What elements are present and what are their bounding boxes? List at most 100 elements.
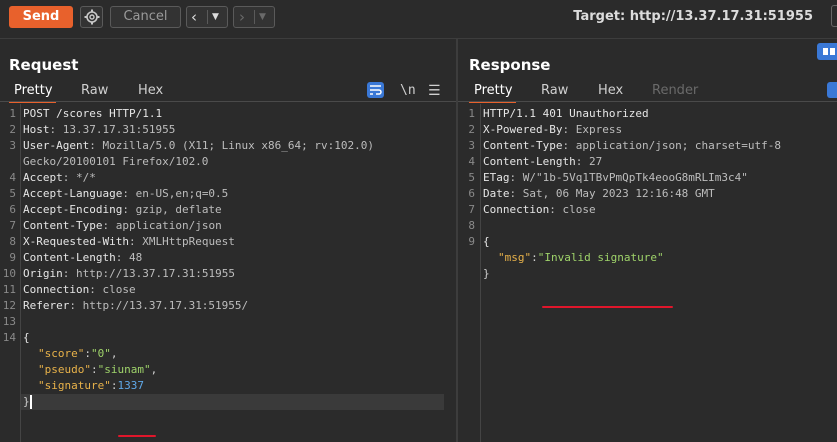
json-value: "siunam" [97,363,151,376]
header-name: Date [483,187,510,200]
header-name: Connection [483,203,550,216]
response-tabs: Pretty Raw Hex Render [458,82,837,103]
dropdown-triangle-icon: ▼ [212,12,219,22]
code-line: Content-Length: 27 [483,154,602,170]
tab-hex[interactable]: Hex [598,83,623,98]
json-value: "0" [90,347,111,360]
code-line: Referer: http://13.37.17.31:51955/ [23,298,248,314]
annotation-underline [118,435,156,437]
newline-toggle-icon[interactable]: \n [400,83,416,98]
json-colon: : [531,251,538,264]
gutter-divider [20,104,21,442]
tab-divider [458,101,837,102]
line-number: 11 [2,283,16,296]
code-line: Connection: close [483,202,596,218]
header-value: : */* [62,171,96,184]
header-name: Connection [23,283,90,296]
code-line: Gecko/20100101 Firefox/102.0 [23,154,208,170]
code-line: User-Agent: Mozilla/5.0 (X11; Linux x86_… [23,138,374,154]
tab-hex[interactable]: Hex [138,83,163,98]
request-editor[interactable]: 1 POST /scores HTTP/1.1 2 Host: 13.37.17.31… [0,104,456,442]
code-line: HTTP/1.1 401 Unauthorized [483,106,649,122]
header-name: X-Powered-By [483,123,563,136]
wrap-lines-icon[interactable] [367,82,384,98]
response-pane: Response Pretty Raw Hex Render 1 HTTP/1.1… [458,39,837,442]
header-value: : http://13.37.17.31:51955 [62,267,235,280]
header-value: : 27 [575,155,603,168]
json-property: "msg":"Invalid signature" [498,250,664,266]
header-value: : close [549,203,596,216]
menu-icon[interactable]: ☰ [428,83,441,99]
header-value: : close [89,283,136,296]
wrap-lines-icon[interactable] [827,82,837,98]
code-line: Origin: http://13.37.17.31:51955 [23,266,235,282]
line-number: 2 [468,123,475,136]
json-comma: , [110,347,118,360]
dropdown-triangle-icon: ▼ [259,12,266,22]
json-property: "signature":1337 [38,378,144,394]
header-value: : Express [562,123,623,136]
tab-raw[interactable]: Raw [541,83,568,98]
tab-pretty[interactable]: Pretty [474,83,513,98]
header-value: : Sat, 06 May 2023 12:16:48 GMT [509,187,715,200]
line-number: 12 [2,299,16,312]
json-value: "Invalid signature" [537,251,664,264]
line-number: 5 [9,187,16,200]
tab-raw[interactable]: Raw [81,83,108,98]
current-line-highlight [21,394,444,410]
header-value: : application/json; charset=utf-8 [562,139,782,152]
edit-target-icon[interactable] [831,5,837,27]
header-value: : application/json [102,219,222,232]
line-number: 8 [9,235,16,248]
request-title: Request [9,56,79,74]
json-key: "msg" [498,251,532,264]
json-colon: : [84,347,91,360]
cancel-button[interactable]: Cancel [110,6,181,28]
layout-toggle-icon[interactable] [817,43,837,60]
target-label: Target: http://13.37.17.31:51955 [573,9,813,24]
response-title: Response [469,56,551,74]
line-number: 13 [2,315,16,328]
separator [207,10,208,24]
header-name: { [483,235,490,248]
line-number: 6 [468,187,475,200]
header-name: ETag [483,171,510,184]
json-colon: : [90,363,98,376]
text-cursor [30,395,32,409]
chevron-right-icon: › [239,8,245,26]
header-value: : gzip, deflate [122,203,222,216]
header-name: Accept-Language [23,187,123,200]
gear-icon [84,9,99,25]
code-line: Accept-Language: en-US,en;q=0.5 [23,186,228,202]
forward-nav-button[interactable]: › ▼ [233,6,275,28]
line-number: 14 [2,331,16,344]
code-line: Host: 13.37.17.31:51955 [23,122,175,138]
settings-button[interactable] [80,6,103,28]
code-line: X-Requested-With: XMLHttpRequest [23,234,235,250]
code-line: Content-Type: application/json; charset=… [483,138,781,154]
line-number: 7 [9,219,16,232]
send-button[interactable]: Send [9,6,73,28]
json-key: "score" [38,347,85,360]
header-name: { [23,331,30,344]
json-key: "signature" [38,379,111,392]
gutter-divider [480,104,481,442]
json-comma: , [150,363,158,376]
header-name: POST /scores HTTP/1.1 [23,107,163,120]
tab-render[interactable]: Render [652,83,698,98]
code-line: X-Powered-By: Express [483,122,622,138]
tab-pretty[interactable]: Pretty [14,83,53,98]
line-number: 8 [468,219,475,232]
json-key: "pseudo" [38,363,91,376]
response-editor[interactable]: 1 HTTP/1.1 401 Unauthorized 2 X-Powered-By:… [458,104,837,442]
code-line: Content-Length: 48 [23,250,142,266]
code-line: Connection: close [23,282,136,298]
annotation-underline [542,306,673,308]
back-nav-button[interactable]: ‹ ▼ [186,6,228,28]
header-name: User-Agent [23,139,90,152]
json-property: "pseudo":"siunam", [38,362,157,378]
separator [254,10,255,24]
json-close-brace: } [23,395,30,408]
toolbar: Send Cancel ‹ ▼ › ▼ Target: http://13.37… [0,0,837,34]
header-name: Host [23,123,50,136]
